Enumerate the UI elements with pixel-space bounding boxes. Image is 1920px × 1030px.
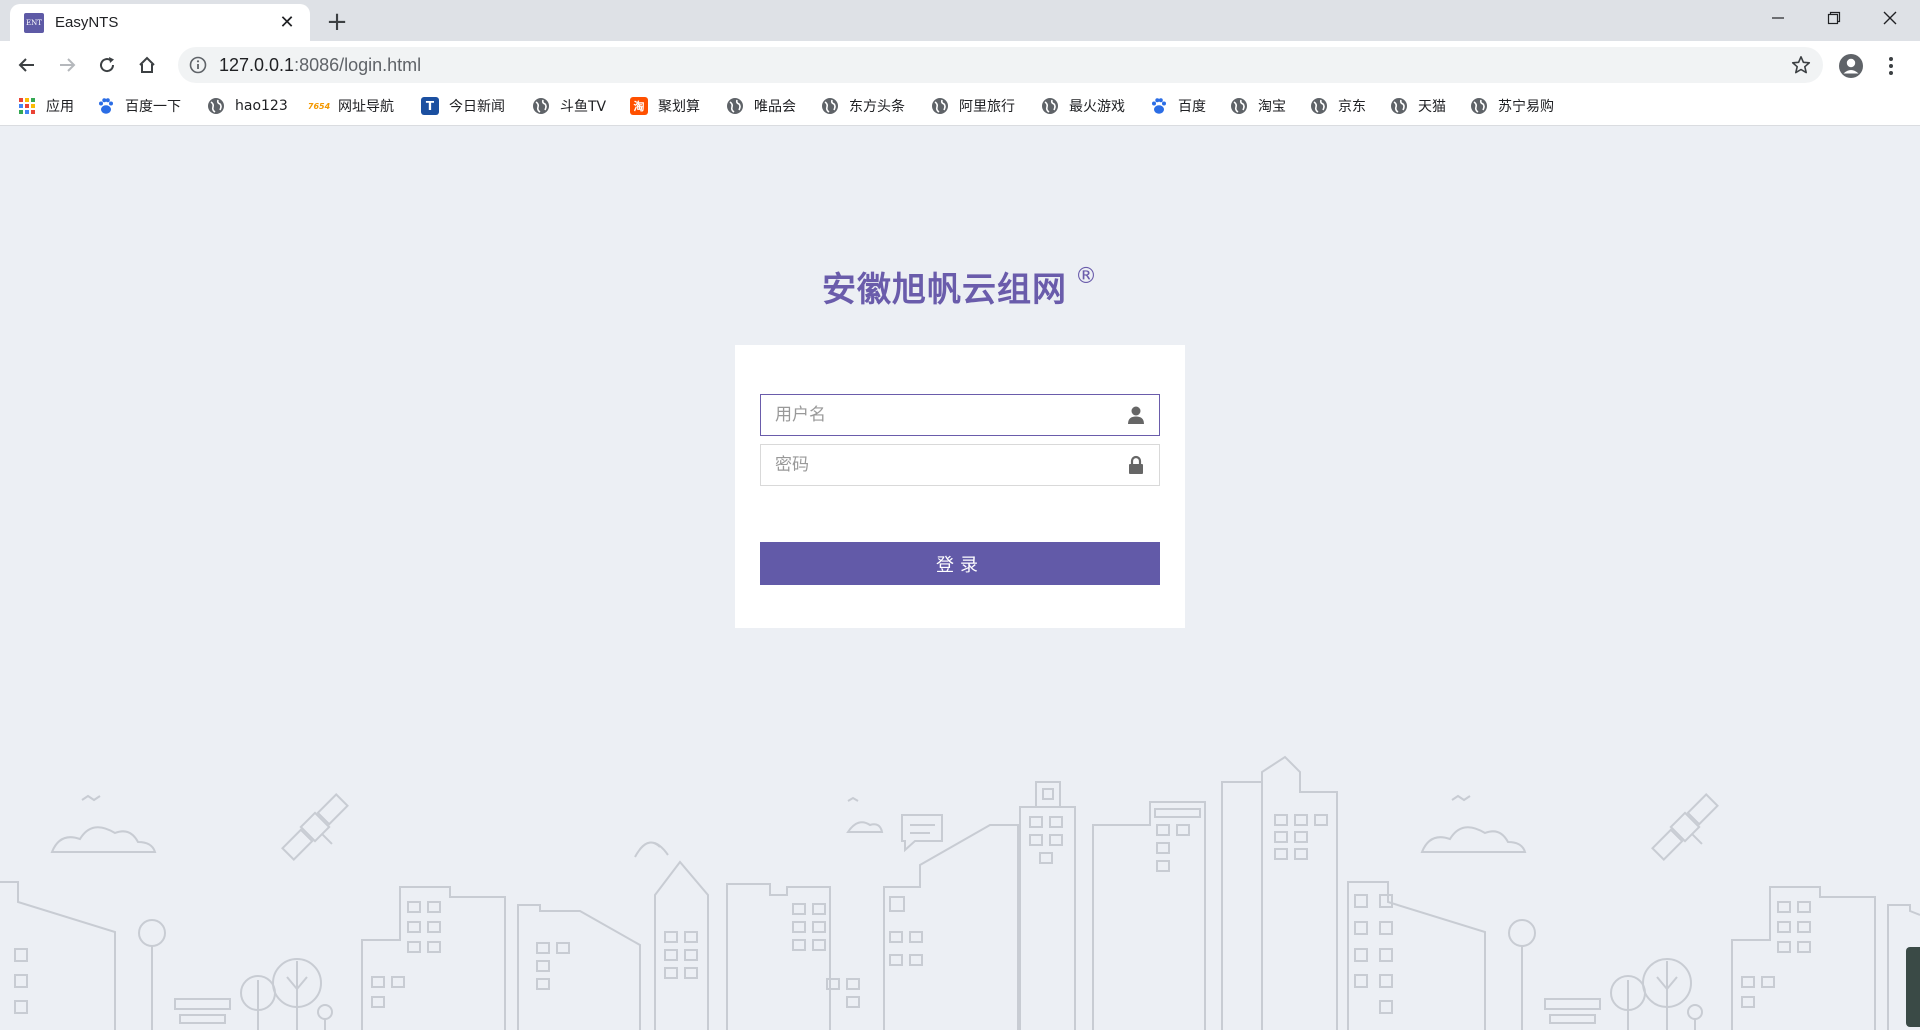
bookmark-juhuasuan[interactable]: 淘 聚划算	[630, 93, 700, 119]
bookmark-douyu-tv[interactable]: 斗鱼TV	[532, 93, 606, 119]
globe-icon	[932, 98, 948, 114]
bookmark-eastday[interactable]: 东方头条	[821, 93, 905, 119]
tab-close-icon[interactable]: ✕	[276, 12, 298, 34]
reload-icon[interactable]	[93, 51, 121, 79]
browser-tab[interactable]: ENT EasyNTS ✕	[10, 4, 310, 41]
taobao-tao-icon: 淘	[630, 97, 648, 115]
bookmark-hao123[interactable]: hao123	[207, 93, 288, 119]
bookmark-tmall[interactable]: 天猫	[1390, 93, 1446, 119]
bookmark-apps[interactable]: 应用	[18, 93, 74, 119]
browser-toolbar: 127.0.0.1:8086/login.html	[0, 41, 1920, 88]
globe-icon	[208, 98, 224, 114]
back-icon[interactable]	[13, 51, 41, 79]
password-field	[760, 444, 1160, 486]
login-form: 登录	[735, 345, 1185, 628]
bookmark-baidu[interactable]: 百度	[1150, 93, 1206, 119]
username-input[interactable]	[761, 395, 1125, 435]
brand-title: 安徽旭帆云组网 ®	[822, 264, 1098, 310]
home-icon[interactable]	[133, 51, 161, 79]
username-field	[760, 394, 1160, 436]
globe-icon	[1471, 98, 1487, 114]
bookmarks-bar: 应用 百度一下 hao123 7654 网址导航 T 今日新闻 斗鱼TV 淘 聚…	[0, 88, 1920, 126]
floating-widget[interactable]	[1906, 947, 1920, 1027]
login-button[interactable]: 登录	[760, 542, 1160, 585]
menu-icon[interactable]	[1883, 53, 1899, 79]
close-window-icon[interactable]	[1862, 0, 1918, 36]
bookmark-jd[interactable]: 京东	[1310, 93, 1366, 119]
globe-icon	[1311, 98, 1327, 114]
minimize-icon[interactable]	[1750, 0, 1806, 36]
globe-icon	[822, 98, 838, 114]
bookmark-today-news[interactable]: T 今日新闻	[421, 93, 505, 119]
bookmark-suning[interactable]: 苏宁易购	[1470, 93, 1554, 119]
user-icon	[1128, 406, 1144, 424]
baidu-paw-icon	[1152, 98, 1166, 114]
bookmark-hot-games[interactable]: 最火游戏	[1041, 93, 1125, 119]
profile-icon[interactable]	[1838, 53, 1864, 79]
tab-title: EasyNTS	[55, 14, 119, 31]
maximize-icon[interactable]	[1806, 0, 1862, 36]
login-page: 安徽旭帆云组网® 登录	[0, 127, 1920, 1030]
registered-mark: ®	[1075, 264, 1098, 289]
7654-icon: 7654	[307, 101, 331, 111]
globe-icon	[1042, 98, 1058, 114]
site-favicon-icon: ENT	[24, 12, 44, 33]
forward-icon[interactable]	[53, 51, 81, 79]
bookmark-taobao[interactable]: 淘宝	[1230, 93, 1286, 119]
address-bar[interactable]: 127.0.0.1:8086/login.html	[178, 47, 1823, 83]
bookmark-ali-travel[interactable]: 阿里旅行	[931, 93, 1015, 119]
password-input[interactable]	[761, 445, 1125, 485]
globe-icon	[533, 98, 549, 114]
city-skyline-illustration	[0, 755, 1920, 1030]
bookmark-baidu-search[interactable]: 百度一下	[97, 93, 181, 119]
news-t-icon: T	[421, 97, 439, 115]
tab-strip: ENT EasyNTS ✕ +	[0, 0, 1920, 41]
url-text: 127.0.0.1:8086/login.html	[219, 54, 422, 75]
new-tab-button[interactable]: +	[323, 8, 351, 36]
lock-icon	[1129, 455, 1143, 474]
globe-icon	[1391, 98, 1407, 114]
star-icon[interactable]	[1791, 55, 1811, 75]
info-icon[interactable]	[189, 56, 207, 74]
globe-icon	[1231, 98, 1247, 114]
baidu-paw-icon	[99, 98, 113, 114]
bookmark-vip[interactable]: 唯品会	[726, 93, 796, 119]
bookmark-7654-nav[interactable]: 7654 网址导航	[307, 93, 394, 119]
globe-icon	[727, 98, 743, 114]
apps-grid-icon	[19, 98, 35, 114]
